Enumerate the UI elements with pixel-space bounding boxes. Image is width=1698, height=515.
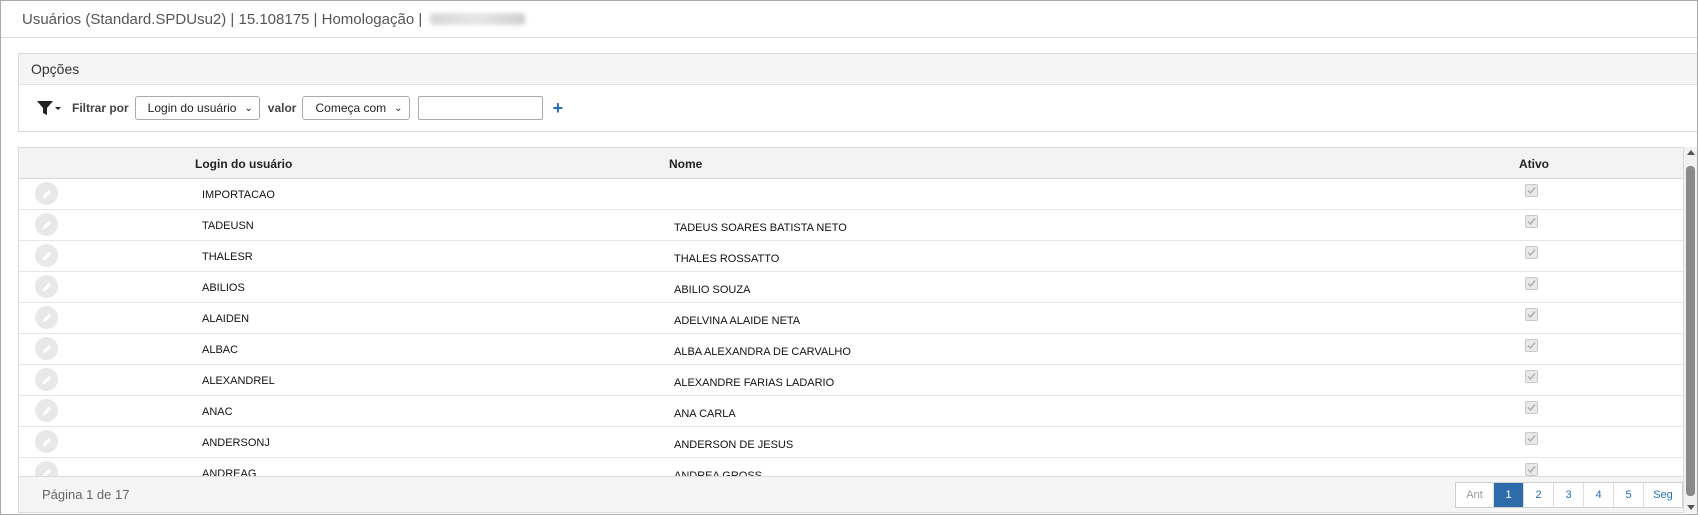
cell-login: ANDERSONJ — [202, 437, 270, 449]
grid-body: IMPORTACAO TADEUSN TADEUS SOARES BATISTA N… — [19, 179, 1683, 489]
pagination: Ant 1 2 3 4 5 Seg — [1455, 482, 1683, 508]
table-row[interactable]: ANDERSONJ ANDERSON DE JESUS — [19, 427, 1683, 458]
edit-pencil-icon[interactable] — [35, 368, 58, 391]
cell-login: IMPORTACAO — [202, 189, 275, 201]
edit-pencil-icon[interactable] — [35, 430, 58, 453]
ativo-checkbox — [1525, 246, 1538, 259]
cell-login: ABILIOS — [202, 282, 245, 294]
pager-page-5[interactable]: 5 — [1614, 483, 1644, 507]
cell-nome: ALEXANDRE FARIAS LADARIO — [674, 377, 835, 389]
pager-page-1[interactable]: 1 — [1494, 483, 1524, 507]
edit-pencil-icon[interactable] — [35, 275, 58, 298]
ativo-checkbox — [1525, 432, 1538, 445]
funnel-icon[interactable] — [36, 98, 62, 118]
filter-field-value: Login do usuário — [147, 101, 237, 115]
table-row[interactable]: IMPORTACAO — [19, 179, 1683, 210]
edit-pencil-icon[interactable] — [35, 399, 58, 422]
users-grid: Login do usuário Nome Ativo IMPORTACAO TA… — [18, 147, 1684, 513]
table-row[interactable]: ANAC ANA CARLA — [19, 396, 1683, 427]
scrollbar-thumb[interactable] — [1686, 166, 1695, 496]
filter-field-select[interactable]: Login do usuário ⌄ — [134, 96, 260, 120]
ativo-checkbox — [1525, 463, 1538, 476]
cell-nome: ADELVINA ALAIDE NETA — [674, 315, 801, 327]
cell-login: TADEUSN — [202, 220, 254, 232]
value-label: valor — [267, 101, 297, 115]
chevron-down-icon: ⌄ — [244, 102, 253, 114]
scroll-up-icon[interactable] — [1687, 150, 1695, 155]
cell-nome: ALBA ALEXANDRA DE CARVALHO — [674, 346, 851, 358]
ativo-checkbox — [1525, 308, 1538, 321]
pager-page-4[interactable]: 4 — [1584, 483, 1614, 507]
options-heading-text: Opções — [31, 61, 80, 77]
edit-pencil-icon[interactable] — [35, 306, 58, 329]
table-row[interactable]: ALEXANDREL ALEXANDRE FARIAS LADARIO — [19, 365, 1683, 396]
ativo-checkbox — [1525, 184, 1538, 197]
page-count-label: Página 1 de 17 — [42, 487, 130, 502]
ativo-checkbox — [1525, 339, 1538, 352]
ativo-checkbox — [1525, 277, 1538, 290]
table-row[interactable]: THALESR THALES ROSSATTO — [19, 241, 1683, 272]
page-title: Usuários (Standard.SPDUsu2) | 15.108175 … — [22, 10, 423, 28]
edit-pencil-icon[interactable] — [35, 337, 58, 360]
cell-login: ANAC — [202, 406, 233, 418]
filter-value-input[interactable] — [417, 96, 543, 120]
filter-by-label: Filtrar por — [72, 101, 129, 115]
edit-pencil-icon[interactable] — [35, 182, 58, 205]
page-title-bar: Usuários (Standard.SPDUsu2) | 15.108175 … — [1, 1, 1697, 38]
ativo-checkbox — [1525, 370, 1538, 383]
pager-page-2[interactable]: 2 — [1524, 483, 1554, 507]
chevron-down-icon: ⌄ — [394, 102, 403, 114]
vertical-scrollbar[interactable] — [1684, 147, 1697, 513]
table-row[interactable]: ABILIOS ABILIO SOUZA — [19, 272, 1683, 303]
operator-value: Começa com — [315, 101, 387, 115]
operator-select[interactable]: Começa com ⌄ — [302, 96, 410, 120]
cell-nome: ANA CARLA — [674, 408, 736, 420]
pager-page-3[interactable]: 3 — [1554, 483, 1584, 507]
grid-header: Login do usuário Nome Ativo — [19, 148, 1683, 179]
grid-footer: Página 1 de 17 Ant 1 2 3 4 5 Seg — [19, 476, 1683, 512]
cell-nome: TADEUS SOARES BATISTA NETO — [674, 222, 847, 234]
filter-row: Filtrar por Login do usuário ⌄ valor Com… — [19, 85, 1697, 131]
table-row[interactable]: ALAIDEN ADELVINA ALAIDE NETA — [19, 303, 1683, 334]
column-header-login[interactable]: Login do usuário — [195, 157, 292, 171]
scroll-down-icon[interactable] — [1687, 505, 1695, 510]
cell-login: THALESR — [202, 251, 253, 263]
cell-nome: ANDERSON DE JESUS — [674, 439, 794, 451]
pager-next-button[interactable]: Seg — [1644, 483, 1682, 507]
cell-login: ALAIDEN — [202, 313, 250, 325]
ativo-checkbox — [1525, 401, 1538, 414]
redacted-database-name — [430, 13, 526, 25]
cell-login: ALEXANDREL — [202, 375, 275, 387]
column-header-ativo[interactable]: Ativo — [1519, 157, 1549, 171]
plus-icon[interactable]: + — [553, 99, 564, 117]
window: Usuários (Standard.SPDUsu2) | 15.108175 … — [0, 0, 1698, 515]
pager-prev-button[interactable]: Ant — [1456, 483, 1494, 507]
options-heading: Opções — [19, 54, 1697, 85]
cell-nome: THALES ROSSATTO — [674, 253, 780, 265]
ativo-checkbox — [1525, 215, 1538, 228]
column-header-nome[interactable]: Nome — [669, 157, 702, 171]
table-row[interactable]: TADEUSN TADEUS SOARES BATISTA NETO — [19, 210, 1683, 241]
edit-pencil-icon[interactable] — [35, 213, 58, 236]
edit-pencil-icon[interactable] — [35, 244, 58, 267]
options-panel: Opções Filtrar por Login do usuário ⌄ va… — [18, 53, 1697, 132]
table-row[interactable]: ALBAC ALBA ALEXANDRA DE CARVALHO — [19, 334, 1683, 365]
cell-login: ALBAC — [202, 344, 239, 356]
cell-nome: ABILIO SOUZA — [674, 284, 751, 296]
